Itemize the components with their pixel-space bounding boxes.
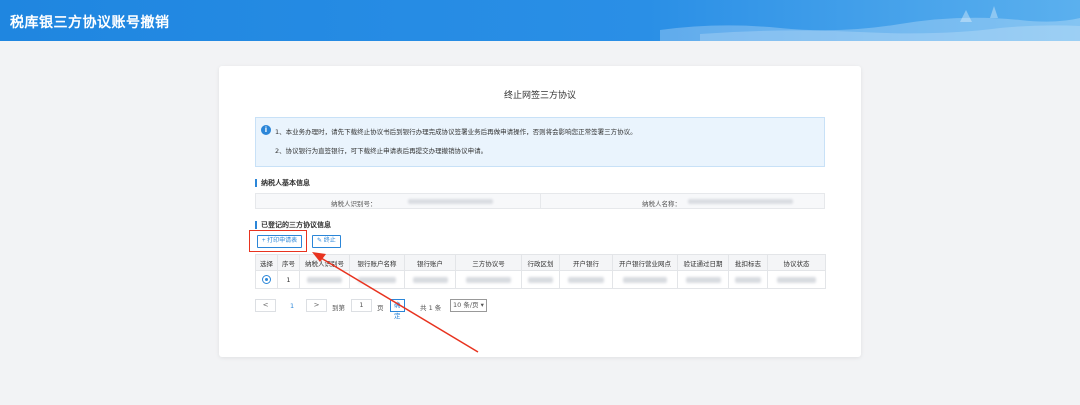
highlight-box (249, 230, 307, 252)
column-header: 开户银行营业网点 (612, 254, 678, 271)
row-select-cell[interactable] (255, 270, 278, 289)
prev-page-button[interactable]: < (255, 299, 276, 312)
column-header: 序号 (277, 254, 300, 271)
notice-line-2: 2、协议银行为直签银行，可下载终止申请表后再提交办理撤销协议申请。 (275, 147, 488, 155)
taxpayer-name-label: 纳税人名称： (642, 200, 681, 208)
top-header-bar: 税库银三方协议账号撤销 (0, 0, 1080, 41)
notice-line-1: 1、本业务办理时，请先下载终止协议书后到银行办理完成协议签署业务后再做申请操作，… (275, 128, 637, 136)
taxpayer-info-row: 纳税人识别号： 纳税人名称： (255, 193, 825, 209)
table-cell (612, 270, 678, 289)
column-header: 批扣标志 (728, 254, 768, 271)
taxpayer-id-label: 纳税人识别号： (331, 200, 377, 208)
notice-box: i 1、本业务办理时，请先下载终止协议书后到银行办理完成协议签署业务后再做申请操… (255, 117, 825, 167)
divider (540, 194, 541, 208)
table-cell (559, 270, 613, 289)
row-radio[interactable] (262, 275, 271, 284)
app-title: 税库银三方协议账号撤销 (10, 15, 170, 31)
taxpayer-section-title: 纳税人基本信息 (255, 179, 310, 187)
current-page[interactable]: 1 (290, 302, 294, 310)
column-header: 行政区划 (521, 254, 560, 271)
table-cell (728, 270, 768, 289)
table-cell (677, 270, 729, 289)
taxpayer-name-value (688, 199, 793, 204)
table-cell (521, 270, 560, 289)
annotation-arrow-icon (312, 252, 479, 353)
column-header: 开户银行 (559, 254, 613, 271)
agreements-section-title: 已登记的三方协议信息 (255, 221, 331, 229)
table-cell (767, 270, 826, 289)
page-title: 终止网签三方协议 (503, 91, 576, 101)
column-header: 协议状态 (767, 254, 826, 271)
row-index: 1 (277, 270, 300, 289)
column-header: 验证通过日期 (677, 254, 729, 271)
info-icon: i (261, 125, 271, 135)
great-wall-banner-icon (660, 6, 1080, 41)
taxpayer-id-value (408, 199, 493, 204)
column-header: 选择 (255, 254, 278, 271)
